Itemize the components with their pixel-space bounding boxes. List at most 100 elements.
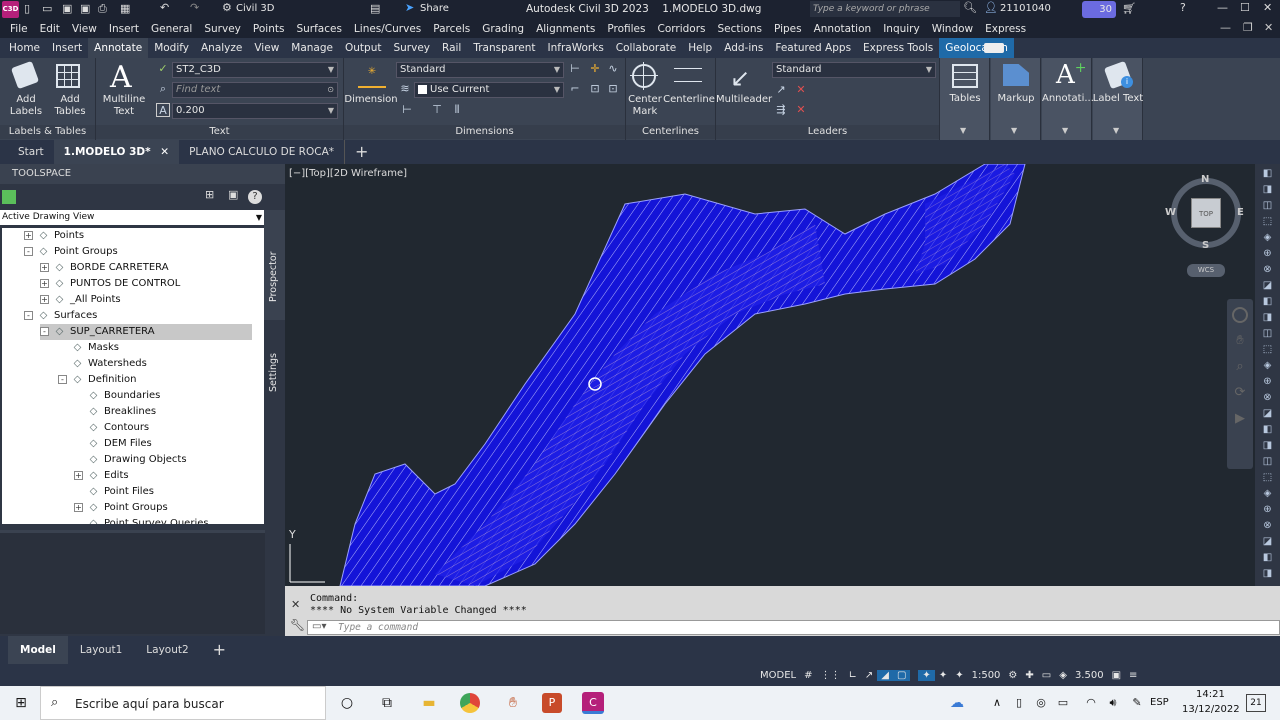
dim-tool-b-icon[interactable]: ✛ [588,62,602,76]
menu-pipes[interactable]: Pipes [768,23,808,35]
workspace-switch-icon[interactable]: ⚙ [1004,670,1021,681]
tab-model[interactable]: Model [8,636,68,664]
plot-icon[interactable]: ▦ [120,2,130,15]
palette-tool-icon[interactable]: ◈ [1261,360,1274,372]
menu-inquiry[interactable]: Inquiry [877,23,926,35]
layer-icon[interactable]: ▤ [370,2,380,15]
share-button[interactable]: Share [420,3,449,14]
isolate-icon[interactable]: ◈ [1055,670,1071,681]
dim-tool-d-icon[interactable]: ⌐ [568,82,582,96]
text-height-select[interactable]: 0.200 ▼ [172,103,338,119]
user-name[interactable]: 21101040 [1000,3,1051,14]
collect-leader-icon[interactable]: ✕ [794,103,808,117]
tab-plano-calculo[interactable]: PLANO CALCULO DE ROCA* [179,140,344,164]
viewcube-top-face[interactable]: TOP [1191,198,1221,228]
menu-parcels[interactable]: Parcels [427,23,476,35]
tree-node[interactable]: + ◇ Points [24,228,84,244]
ortho-icon[interactable]: ∟ [844,670,860,681]
markup-icon[interactable] [1003,64,1029,86]
search-input[interactable]: Type a keyword or phrase [810,1,960,17]
panel-title-dimensions[interactable]: Dimensions [344,125,625,139]
multiline-text-icon[interactable]: A [110,60,132,95]
menu-sections[interactable]: Sections [711,23,767,35]
palette-tool-icon[interactable]: ◪ [1261,536,1274,548]
menu-survey[interactable]: Survey [198,23,247,35]
ribbon-tab-insert[interactable]: Insert [46,38,88,58]
palette-tool-icon[interactable]: ⊗ [1261,520,1274,532]
ribbon-tab-help[interactable]: Help [682,38,718,58]
ribbon-tab-infraworks[interactable]: InfraWorks [542,38,610,58]
active-drawing-view-select[interactable]: Active Drawing View ▼ [0,210,265,225]
new-tab-button[interactable]: + [344,140,378,164]
palette-tool-icon[interactable]: ◫ [1261,200,1274,212]
mleader-style-select[interactable]: Standard ▼ [772,62,936,78]
tree-node[interactable]: ◇ Contours [74,420,150,436]
menu-corridors[interactable]: Corridors [651,23,711,35]
windows-start-icon[interactable]: ⊞ [10,692,32,714]
workspace-dropdown[interactable]: Civil 3D [236,3,274,14]
nav-steering-wheel-icon[interactable] [1232,307,1248,323]
tree-node[interactable]: ◇ Drawing Objects [74,452,187,468]
annotation-scale-value[interactable]: 1:500 [968,670,1005,681]
centerline-button[interactable]: Centerline [662,94,716,106]
notification-badge[interactable]: 30 [1082,1,1116,18]
annotation-icon[interactable]: A+ [1056,60,1087,90]
nav-orbit-icon[interactable]: ⟳ [1232,385,1248,401]
add-labels-button[interactable]: Add Labels [4,94,48,118]
ribbon-tab-manage[interactable]: Manage [285,38,339,58]
annotation-button[interactable]: Annotati... [1042,93,1094,105]
tree-expander-icon[interactable]: - [40,326,49,336]
menu-express[interactable]: Express [979,23,1032,35]
multiline-text-button[interactable]: Multiline Text [98,94,150,118]
ribbon-tab-featured-apps[interactable]: Featured Apps [769,38,857,58]
tree-node[interactable]: ◇ Watersheds [58,356,147,372]
add-tables-icon[interactable] [56,64,80,88]
compass-n[interactable]: N [1201,174,1209,185]
palette-tool-icon[interactable]: ⬚ [1261,472,1274,484]
cart-icon[interactable]: 🛒︎ [1122,2,1136,15]
drawing-viewport[interactable]: [−][Top][2D Wireframe] Y TOP N S W E WCS… [285,164,1255,586]
compass-e[interactable]: E [1237,207,1244,218]
tab-modelo-3d[interactable]: 1.MODELO 3D* ✕ [53,140,180,164]
menu-insert[interactable]: Insert [103,23,145,35]
panel-title-labels-tables[interactable]: Labels & Tables [0,125,95,139]
tree-expander-icon[interactable]: - [24,310,33,320]
save-icon[interactable]: ▣ [62,2,72,15]
palette-tool-icon[interactable]: ⬚ [1261,344,1274,356]
annotation-scale-icon[interactable]: ✦ [951,670,967,681]
palette-tool-icon[interactable]: ◫ [1261,456,1274,468]
palette-tool-icon[interactable]: ⊕ [1261,248,1274,260]
add-layout-button[interactable]: + [201,636,238,664]
ribbon-tab-transparent[interactable]: Transparent [467,38,541,58]
tree-node[interactable]: + ◇ _All Points [40,292,121,308]
align-leader-icon[interactable]: ⇶ [774,103,788,117]
polar-icon[interactable]: ↗ [861,670,877,681]
menu-alignments[interactable]: Alignments [530,23,601,35]
search-icon[interactable]: 🔍︎ [963,1,977,14]
tree-node[interactable]: ◇ DEM Files [74,436,152,452]
panel-title-centerlines[interactable]: Centerlines [626,125,715,139]
cortana-icon[interactable]: ○ [336,692,358,714]
palette-tool-icon[interactable]: ⊗ [1261,392,1274,404]
tray-app-icon[interactable]: ◎ [1030,692,1052,714]
minimize-icon[interactable]: — [1217,1,1228,14]
wifi-icon[interactable]: ◠ [1080,692,1102,714]
tree-expander-icon[interactable]: + [40,294,49,304]
palette-tool-icon[interactable]: ◧ [1261,424,1274,436]
multileader-button[interactable]: Multileader [716,94,772,106]
panel-title-text[interactable]: Text [96,125,343,139]
civil3d-taskbar-icon[interactable]: C [582,692,604,714]
annotation-autoscale-icon[interactable]: ✦ [935,670,951,681]
dimension-icon[interactable]: ✳ [358,66,386,88]
toolspace-tree-icon[interactable]: ⊞ [205,188,214,201]
prospector-tab[interactable]: Prospector [264,210,285,320]
tree-expander-icon[interactable]: + [74,470,83,480]
palette-tool-icon[interactable]: ◧ [1261,552,1274,564]
tree-node[interactable]: ◇ Point Files [74,484,154,500]
centerline-icon[interactable] [674,68,702,82]
tables-icon[interactable] [952,64,978,88]
undo-icon[interactable]: ↶ [160,1,169,14]
menu-annotation[interactable]: Annotation [808,23,878,35]
annotation-monitor-icon[interactable]: ✚ [1021,670,1037,681]
app-icon[interactable]: ✋︎ [502,692,524,714]
